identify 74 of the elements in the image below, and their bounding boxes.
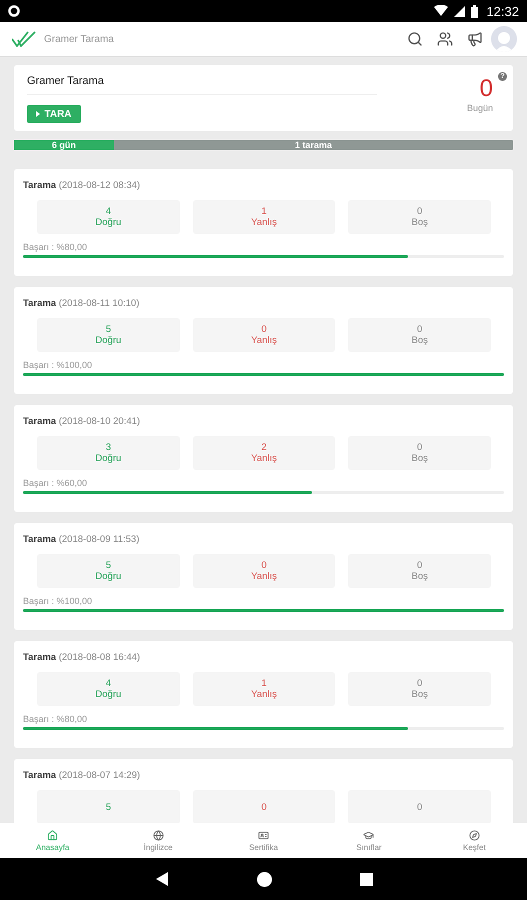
stat-count: 4	[106, 206, 111, 217]
graduation-cap-icon	[363, 830, 374, 840]
checkmark-logo-icon	[12, 31, 36, 47]
stat-label: Yanlış	[251, 689, 277, 700]
stat-label: Yanlış	[251, 335, 277, 346]
nav-tab[interactable]: Sınıflar	[316, 823, 422, 858]
stat-count: 0	[261, 560, 267, 571]
stat-label: Doğru	[95, 335, 122, 346]
battery-icon	[471, 4, 478, 18]
nav-tab[interactable]: İngilizce	[105, 823, 211, 858]
scans-label: 1 tarama	[294, 140, 332, 150]
success-rate: Başarı : %60,00	[23, 478, 88, 488]
stat-count: 0	[417, 802, 422, 812]
home-icon[interactable]	[256, 872, 272, 886]
home-icon	[47, 830, 58, 840]
globe-icon	[152, 830, 164, 840]
stat-label: Doğru	[95, 689, 122, 700]
today-count: 0	[480, 75, 493, 103]
clock: 12:32	[486, 4, 519, 18]
compass-icon	[468, 830, 480, 840]
back-icon[interactable]	[154, 872, 168, 886]
megaphone-icon[interactable]	[467, 31, 483, 47]
stat-count: 5	[106, 324, 111, 335]
recents-icon[interactable]	[360, 872, 372, 886]
scan-title: Tarama (2018-08-11 10:10)	[23, 298, 140, 309]
stat-label: Doğru	[95, 571, 122, 582]
stat-count: 4	[106, 678, 111, 689]
nav-tab[interactable]: Keşfet	[422, 823, 527, 858]
scan-title: Tarama (2018-08-08 16:44)	[23, 652, 142, 663]
stat-label: Boş	[411, 689, 428, 700]
people-icon[interactable]	[437, 31, 453, 47]
success-rate: Başarı : %80,00	[23, 242, 88, 252]
stat-label: Boş	[411, 571, 428, 582]
summary-title: Gramer Tarama	[27, 75, 377, 95]
stat-count: 5	[106, 560, 111, 571]
stat-count: 1	[261, 678, 267, 689]
play-icon	[36, 111, 40, 117]
stat-count: 0	[417, 678, 422, 689]
days-label: 6 gün	[52, 140, 76, 150]
stat-label: Yanlış	[251, 453, 277, 464]
stat-count: 0	[417, 324, 422, 335]
stat-label: Boş	[411, 217, 428, 228]
stat-label: Doğru	[95, 217, 122, 228]
stat-label: Yanlış	[251, 571, 277, 582]
scan-title: Tarama (2018-08-10 20:41)	[23, 416, 142, 427]
today-label: Bugün	[466, 103, 493, 113]
notification-icon	[8, 5, 20, 17]
scan-button[interactable]: TARA	[27, 105, 81, 123]
success-rate: Başarı : %80,00	[23, 714, 88, 724]
search-icon[interactable]	[407, 31, 423, 47]
stat-label: Yanlış	[251, 217, 277, 228]
scan-title: Tarama (2018-08-07 14:29)	[23, 770, 142, 781]
stat-label: Boş	[411, 453, 428, 464]
stat-count: 2	[261, 442, 267, 453]
stat-count: 0	[417, 560, 422, 571]
id-card-icon	[258, 830, 270, 840]
signal-icon	[454, 6, 466, 16]
nav-tab[interactable]: Sertifika	[210, 823, 316, 858]
stat-count: 0	[417, 206, 422, 217]
stat-label: Boş	[411, 335, 428, 346]
scan-title: Tarama (2018-08-09 11:53)	[23, 534, 140, 545]
success-rate: Başarı : %100,00	[23, 360, 94, 370]
stat-count: 3	[106, 442, 111, 453]
success-rate: Başarı : %100,00	[23, 596, 94, 606]
stat-count: 0	[261, 324, 267, 335]
stat-count: 0	[417, 442, 422, 453]
stat-count: 0	[261, 802, 267, 812]
stat-label: Doğru	[95, 453, 122, 464]
scan-title: Tarama (2018-08-12 08:34)	[23, 180, 142, 191]
stat-count: 5	[106, 802, 111, 812]
wifi-icon	[434, 5, 448, 17]
nav-tab[interactable]: Anasayfa	[0, 823, 106, 858]
app-title: Gramer Tarama	[44, 34, 115, 44]
stat-count: 1	[261, 206, 267, 217]
